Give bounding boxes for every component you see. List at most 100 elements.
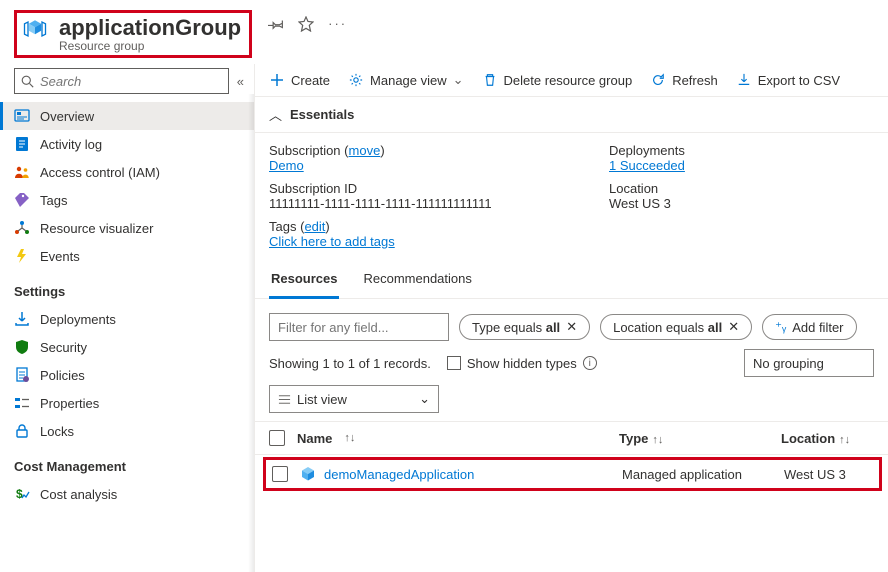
sidebar-item-label: Access control (IAM) [40, 165, 160, 180]
sidebar-item-properties[interactable]: Properties [0, 389, 254, 417]
table-row[interactable]: demoManagedApplication Managed applicati… [266, 460, 879, 488]
sidebar-item-access-control[interactable]: Access control (IAM) [0, 158, 254, 186]
show-hidden-checkbox[interactable] [447, 356, 461, 370]
select-all-checkbox[interactable] [269, 430, 285, 446]
collapse-sidebar-icon[interactable]: « [237, 74, 244, 89]
sidebar-item-label: Properties [40, 396, 99, 411]
list-view-icon [278, 393, 291, 406]
cost-analysis-icon: $ [14, 486, 30, 502]
resource-location: West US 3 [784, 467, 884, 482]
chevron-down-icon: ⌄ [453, 72, 464, 88]
filter-pill-type[interactable]: Type equals all ✕ [459, 314, 590, 340]
toolbar-delete[interactable]: Delete resource group [482, 72, 633, 88]
toolbar-export[interactable]: Export to CSV [736, 72, 840, 88]
sidebar-item-label: Security [40, 340, 87, 355]
refresh-icon [650, 72, 666, 88]
sidebar-heading-settings: Settings [0, 270, 254, 305]
tab-recommendations[interactable]: Recommendations [361, 261, 473, 298]
activity-log-icon [14, 136, 30, 152]
access-control-icon [14, 164, 30, 180]
sidebar-heading-cost: Cost Management [0, 445, 254, 480]
sidebar-item-label: Cost analysis [40, 487, 117, 502]
subscription-move-link[interactable]: move [349, 143, 381, 158]
resource-visualizer-icon [14, 220, 30, 236]
sort-icon: ↑↓ [839, 434, 850, 446]
location-label: Location [609, 181, 888, 196]
resource-name-link[interactable]: demoManagedApplication [324, 467, 474, 482]
page-subtitle: Resource group [59, 39, 241, 53]
events-icon [14, 248, 30, 264]
grouping-select[interactable]: No grouping [744, 349, 874, 377]
plus-icon [269, 72, 285, 88]
sidebar-item-label: Deployments [40, 312, 116, 327]
subscription-id-label: Subscription ID [269, 181, 569, 196]
resource-group-icon [21, 15, 49, 43]
sidebar-item-label: Overview [40, 109, 94, 124]
sidebar-item-security[interactable]: Security [0, 333, 254, 361]
sidebar-item-events[interactable]: Events [0, 242, 254, 270]
gear-icon [348, 72, 364, 88]
security-icon [14, 339, 30, 355]
sidebar-item-tags[interactable]: Tags [0, 186, 254, 214]
row-checkbox[interactable] [272, 466, 288, 482]
managed-app-icon [300, 466, 316, 482]
star-icon[interactable] [298, 16, 314, 32]
tags-edit-link[interactable]: edit [304, 219, 325, 234]
column-header-type[interactable]: Type↑↓ [619, 431, 769, 446]
subscription-id-value: 11111111-1111-1111-1111-111111111111 [269, 196, 569, 211]
info-icon[interactable]: i [583, 356, 597, 370]
column-header-name[interactable]: Name↑↓ [297, 431, 607, 446]
toolbar-manage-view[interactable]: Manage view ⌄ [348, 72, 464, 88]
sidebar-item-label: Activity log [40, 137, 102, 152]
sidebar-item-activity-log[interactable]: Activity log [0, 130, 254, 158]
column-header-location[interactable]: Location↑↓ [781, 431, 881, 446]
policies-icon [14, 367, 30, 383]
add-filter-icon: ⁺ᵧ [775, 319, 786, 335]
sidebar-item-locks[interactable]: Locks [0, 417, 254, 445]
sidebar-search-input[interactable] [40, 74, 222, 89]
sidebar-item-deployments[interactable]: Deployments [0, 305, 254, 333]
location-value: West US 3 [609, 196, 888, 211]
chevron-up-icon: ︿ [269, 105, 282, 124]
download-icon [736, 72, 752, 88]
trash-icon [482, 72, 498, 88]
resource-row-highlight-box: demoManagedApplication Managed applicati… [263, 457, 882, 491]
filter-field-input[interactable] [269, 313, 449, 341]
sidebar-item-cost-analysis[interactable]: $ Cost analysis [0, 480, 254, 508]
sidebar-item-label: Resource visualizer [40, 221, 153, 236]
tags-label: Tags [269, 219, 296, 234]
title-highlight-box: applicationGroup Resource group [14, 10, 252, 58]
add-filter-button[interactable]: ⁺ᵧ Add filter [762, 314, 856, 340]
close-icon[interactable]: ✕ [728, 319, 739, 335]
filter-pill-location[interactable]: Location equals all ✕ [600, 314, 752, 340]
subscription-label: Subscription [269, 143, 341, 158]
pin-icon[interactable] [268, 16, 284, 32]
locks-icon [14, 423, 30, 439]
sidebar-item-policies[interactable]: Policies [0, 361, 254, 389]
tags-add-link[interactable]: Click here to add tags [269, 234, 395, 249]
view-mode-select[interactable]: List view ⌄ [269, 385, 439, 413]
tab-resources[interactable]: Resources [269, 261, 339, 299]
page-title: applicationGroup [59, 15, 241, 41]
records-count: Showing 1 to 1 of 1 records. [269, 356, 431, 371]
search-icon [21, 75, 34, 88]
more-icon[interactable]: ··· [328, 16, 347, 32]
essentials-toggle[interactable]: ︿ Essentials [255, 96, 888, 133]
close-icon[interactable]: ✕ [566, 319, 577, 335]
toolbar-refresh[interactable]: Refresh [650, 72, 718, 88]
subscription-link[interactable]: Demo [269, 158, 304, 173]
sidebar-item-label: Policies [40, 368, 85, 383]
sidebar-item-overview[interactable]: Overview [0, 102, 254, 130]
deployments-icon [14, 311, 30, 327]
sort-icon: ↑↓ [652, 434, 663, 446]
sidebar-item-label: Tags [40, 193, 67, 208]
toolbar-create[interactable]: Create [269, 72, 330, 88]
sidebar-item-resource-visualizer[interactable]: Resource visualizer [0, 214, 254, 242]
chevron-down-icon: ⌄ [419, 391, 430, 407]
deployments-label: Deployments [609, 143, 888, 158]
svg-text:$: $ [16, 487, 23, 501]
tags-icon [14, 192, 30, 208]
deployments-link[interactable]: 1 Succeeded [609, 158, 685, 173]
sidebar-search[interactable] [14, 68, 229, 94]
sidebar-item-label: Events [40, 249, 80, 264]
